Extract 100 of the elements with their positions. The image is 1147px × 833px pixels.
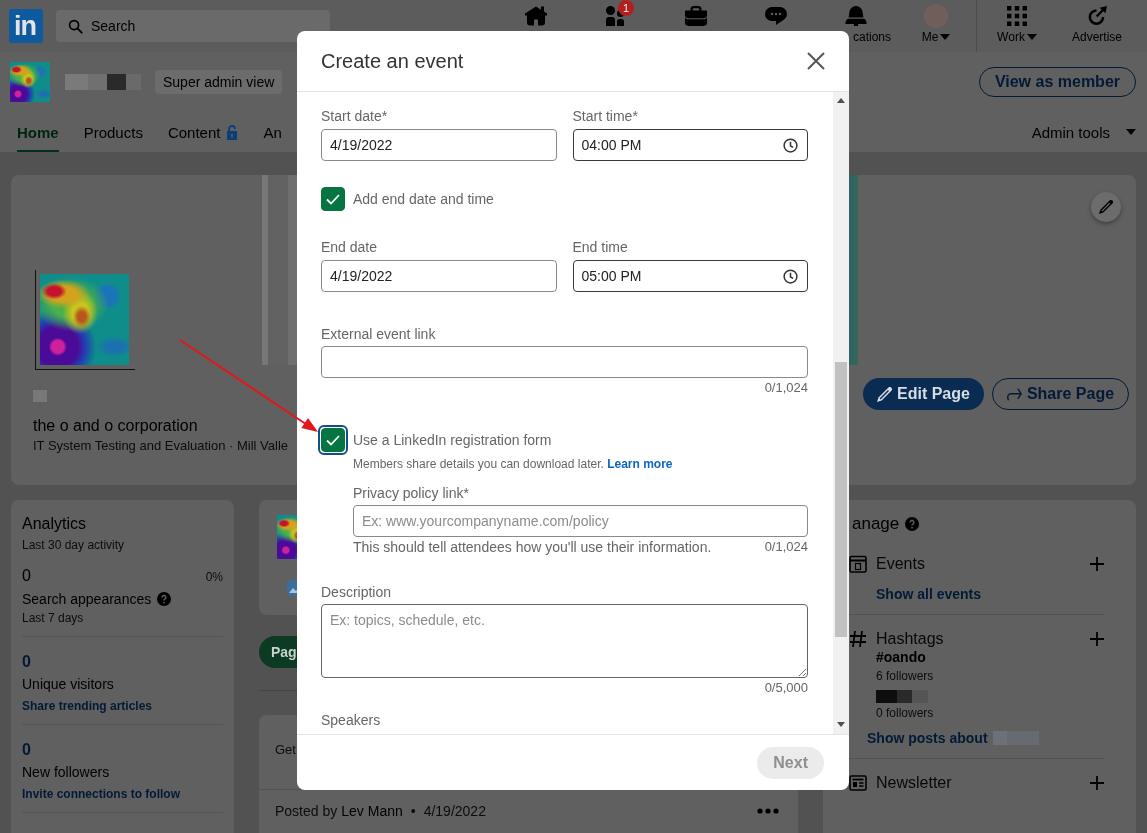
field-label: External event link [321,325,437,344]
plus-icon[interactable] [1090,557,1104,571]
stat-label: Search appearances [22,590,152,609]
section-title: Hashtags [876,629,944,649]
author-link[interactable]: Lev Mann [341,802,403,820]
nav-item[interactable]: Advertise [1057,0,1137,45]
checkmark-icon [326,434,340,446]
admin-tools-menu[interactable]: Admin tools [1031,112,1136,152]
scrollbar[interactable] [833,92,849,734]
scroll-up-icon[interactable] [837,98,845,103]
card-title: anage [852,514,900,534]
show-all-events-link[interactable]: Show all events [876,586,982,602]
company-logo [10,62,50,102]
pencil-icon [1099,200,1113,214]
caret-icon [1126,129,1136,135]
checkbox-label: Add end date and time [353,190,494,209]
stat-value: 0 [22,566,31,586]
nav-item[interactable]: cations [816,0,896,45]
learn-more-link[interactable]: Learn more [607,457,673,471]
registration-note: Members share details you can download later. Learn more [353,456,674,472]
home-icon [525,6,547,26]
plus-icon[interactable] [1090,632,1104,646]
tab[interactable]: An [263,112,282,152]
section-title: Newsletter [876,773,952,793]
stat-label: Unique visitors [22,675,114,694]
stat-change: 0% [205,569,223,586]
character-counter: 0/1,024 [763,380,808,396]
field-label: End date [321,238,379,257]
character-counter: 0/1,024 [764,539,808,555]
card-title: Analytics [22,514,88,534]
clock-icon[interactable] [783,137,798,153]
field-label: Privacy policy link* [353,484,470,503]
field-label: Start date* [321,107,389,126]
input-field[interactable]: Ex: www.yourcompanyname.com/policy [353,505,808,537]
search-field[interactable]: Search [56,10,330,42]
plus-icon[interactable] [1090,776,1104,790]
scrollbar-thumb[interactable] [835,362,847,637]
hashtag-icon [849,630,867,648]
notification-badge: 1 [618,0,634,16]
edit-page-button[interactable]: Edit Page [863,378,984,410]
redacted-text-block [33,390,47,402]
field-label: End time [572,238,629,257]
nav-item[interactable]: Me [896,0,976,45]
card-subtitle: Last 30 day activity [22,537,126,553]
nav-item[interactable]: Work [977,0,1057,45]
time-field[interactable]: 05:00 PM [572,260,808,292]
field-label: Speakers [321,711,382,730]
calendar-icon [849,555,867,573]
company-tagline: the o and o corporation [33,416,198,436]
resize-handle-icon[interactable] [798,668,806,676]
more-icon[interactable] [757,808,779,814]
date-field[interactable]: 4/19/2022 [321,260,557,292]
app-logo[interactable]: in [9,9,43,43]
checkbox-label: Use a LinkedIn registration form [352,431,553,450]
stat-link[interactable]: Invite connections to follow [22,786,180,802]
follower-count: 6 followers [876,668,934,684]
scroll-down-icon[interactable] [837,722,845,727]
pencil-icon [877,386,892,402]
field-label: Start time* [572,107,639,126]
separator-dot: • [410,802,416,820]
tab[interactable]: Content [167,112,239,152]
checkmark-icon [326,193,340,205]
follower-count: 0 followers [876,705,934,721]
redacted-text-block [876,690,928,703]
newsletter-icon [849,774,867,792]
tab[interactable]: Home [17,112,59,152]
field-hint: This should tell attendees how you'll use their information. [353,539,712,555]
close-icon[interactable] [807,52,825,70]
chat-bubble-icon [765,6,787,26]
stat-note: Last 7 days [22,610,85,626]
prompt-text: Get [275,742,296,757]
edit-cover-button[interactable] [1091,192,1121,222]
help-icon[interactable] [157,592,172,606]
stat-link[interactable]: Share trending articles [22,698,153,714]
admin-view-badge: Super admin view [155,70,283,94]
description-field[interactable]: Ex: topics, schedule, etc. [321,604,808,678]
nav-item[interactable]: 1 [576,0,656,28]
date-field[interactable]: 4/19/2022 [321,129,557,161]
people-icon [605,6,627,26]
share-arrow-icon [1006,386,1022,402]
search-icon [68,19,83,34]
help-icon[interactable] [905,517,920,531]
stat-value[interactable]: 0 [22,740,31,760]
character-counter: 0/5,000 [763,680,808,696]
hashtag-link[interactable]: #oando [876,649,926,665]
bell-icon [845,6,867,26]
stat-label: New followers [22,763,110,782]
stat-value[interactable]: 0 [22,652,31,672]
checkbox[interactable] [321,187,345,211]
redacted-text-block [992,731,1039,745]
field-label: Description [321,583,393,602]
post-date: 4/19/2022 [423,802,486,820]
tab[interactable]: Products [83,112,143,152]
clock-icon[interactable] [783,268,798,284]
briefcase-icon [685,6,707,26]
show-posts-link[interactable]: Show posts about [867,730,988,746]
input-field[interactable] [321,346,808,378]
grid-icon [1006,6,1028,26]
time-field[interactable]: 04:00 PM [572,129,808,161]
company-details: IT System Testing and Evaluation · Mill Valle [33,437,289,455]
